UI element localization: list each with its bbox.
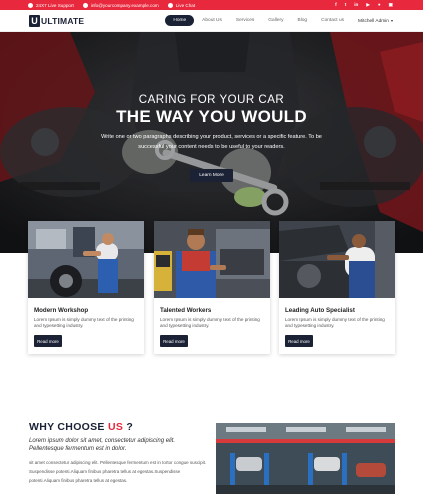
card-title: Talented Workers	[160, 307, 212, 314]
nav-item-home[interactable]: Home	[165, 15, 195, 26]
chevron-down-icon[interactable]: ▾	[391, 18, 393, 23]
chat-icon	[167, 2, 173, 8]
service-card-leading-auto-specialist: Leading Auto Specialist Lorem Ipsum is s…	[279, 221, 395, 354]
contact-email[interactable]: info@yourcompany.example.com	[82, 2, 159, 8]
nav-item-contact-us[interactable]: Contact us	[315, 15, 350, 26]
hero-description: Write one or two paragraphs describing y…	[101, 134, 322, 150]
hero-subtitle: CARING FOR YOUR CAR	[138, 94, 285, 106]
why-title-prefix: WHY CHOOSE	[29, 421, 108, 433]
user-name[interactable]: Mitchell Admin	[358, 19, 389, 24]
live-support-text: 24X7 Live Support	[36, 2, 74, 8]
service-card-modern-workshop: Modern Workshop Lorem Ipsum is simply du…	[28, 221, 144, 354]
instagram-icon[interactable]: ▣	[389, 2, 393, 8]
why-lead-text: Lorem ipsum dolor sit amet, consectetur …	[29, 438, 176, 452]
read-more-button[interactable]: Read more	[285, 335, 313, 347]
card-text: Lorem Ipsum is simply dummy text of the …	[160, 317, 260, 329]
nav-item-about-us[interactable]: About Us	[196, 15, 228, 26]
card-image-workshop	[28, 221, 144, 298]
live-chat-text[interactable]: Live Chat	[176, 3, 195, 8]
card-image-specialist	[279, 221, 395, 298]
site-logo[interactable]: U ULTIMATE	[29, 14, 85, 27]
hero-banner: CARING FOR YOUR CAR THE WAY YOU WOULD Wr…	[0, 32, 423, 253]
learn-more-button[interactable]: Learn More	[190, 169, 233, 182]
card-text: Lorem Ipsum is simply dummy text of the …	[285, 317, 385, 329]
github-icon[interactable]: ●	[378, 2, 381, 8]
read-more-button[interactable]: Read more	[160, 335, 188, 347]
hero-title: THE WAY YOU WOULD	[116, 107, 307, 126]
garage-image	[216, 423, 395, 494]
why-choose-us-heading: WHY CHOOSE US ?	[29, 421, 133, 433]
phone-icon	[28, 2, 33, 8]
why-title-suffix: ?	[123, 421, 134, 433]
mail-icon	[82, 2, 88, 8]
card-text: Lorem Ipsum is simply dummy text of the …	[34, 317, 134, 329]
live-chat[interactable]: Live Chat	[167, 2, 195, 8]
logo-mark: U	[29, 14, 40, 27]
linkedin-icon[interactable]: in	[354, 2, 358, 8]
why-body-text: sit amet consectetur adipiscing elit. Pe…	[29, 460, 207, 483]
live-support: 24X7 Live Support	[28, 2, 74, 8]
twitter-icon[interactable]: t	[345, 2, 347, 8]
nav-item-blog[interactable]: Blog	[292, 15, 314, 26]
why-title-highlight: US	[107, 421, 124, 433]
logo-text: ULTIMATE	[41, 15, 85, 26]
card-title: Modern Workshop	[34, 307, 89, 314]
user-menu[interactable]: Mitchell Admin ▾	[358, 18, 393, 24]
main-navbar: U ULTIMATE Home About Us Services Galler…	[0, 10, 423, 32]
nav-item-gallery[interactable]: Gallery	[262, 15, 289, 26]
top-bar: 24X7 Live Support info@yourcompany.examp…	[0, 0, 423, 10]
card-title: Leading Auto Specialist	[285, 307, 355, 314]
card-image-workers	[154, 221, 270, 298]
facebook-icon[interactable]: f	[335, 2, 337, 8]
nav-menu: Home About Us Services Gallery Blog Cont…	[165, 15, 393, 26]
youtube-icon[interactable]: ▶	[366, 2, 370, 8]
read-more-button[interactable]: Read more	[34, 335, 62, 347]
social-links: f t in ▶ ● ▣	[335, 2, 393, 8]
service-card-talented-workers: Talented Workers Lorem Ipsum is simply d…	[154, 221, 270, 354]
contact-email-text[interactable]: info@yourcompany.example.com	[91, 3, 159, 8]
nav-item-services[interactable]: Services	[230, 15, 260, 26]
